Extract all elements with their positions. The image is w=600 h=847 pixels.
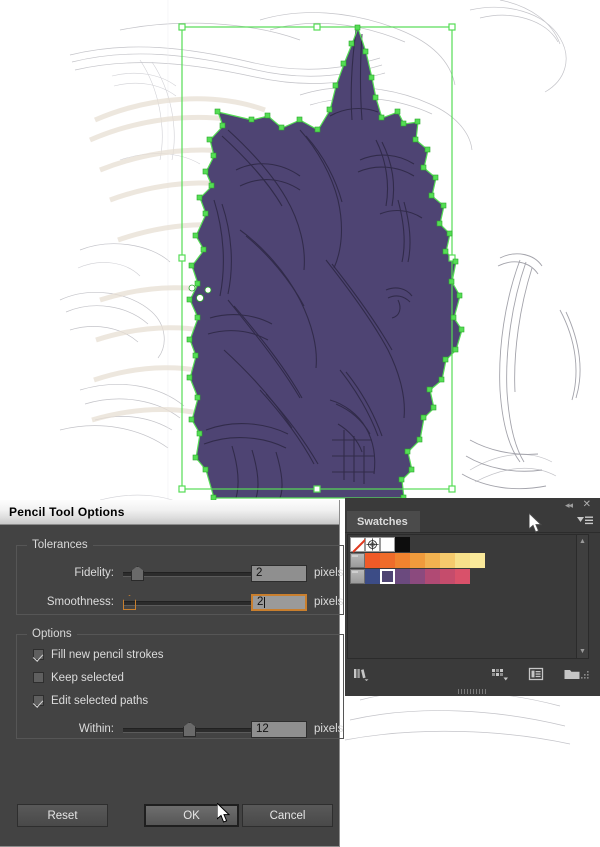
swatch-registration[interactable]	[365, 537, 380, 552]
tolerances-group: Tolerances Fidelity: 2 pixels Smoothness…	[16, 539, 345, 615]
swatch-grid[interactable]	[347, 534, 582, 659]
swatch-none[interactable]	[350, 537, 365, 552]
swatch-orange-4[interactable]	[410, 553, 425, 568]
within-input[interactable]: 12	[251, 720, 307, 738]
options-legend: Options	[27, 628, 77, 640]
fidelity-row: Fidelity: 2 pixels	[17, 562, 343, 584]
fidelity-input[interactable]: 2	[251, 564, 307, 582]
swatch-row	[350, 553, 579, 568]
reset-button-label: Reset	[47, 809, 78, 822]
swatch-rose-1[interactable]	[425, 569, 440, 584]
ok-button-label: OK	[183, 809, 200, 822]
swatch-orange-8[interactable]	[470, 553, 485, 568]
swatch-black[interactable]	[395, 537, 410, 552]
panel-resize-grip[interactable]	[576, 667, 594, 683]
fidelity-slider-thumb[interactable]	[131, 566, 144, 581]
within-slider[interactable]	[123, 722, 251, 737]
swatches-panel[interactable]: ◂◂ ✕ Swatches ▲ ▼	[345, 498, 600, 696]
within-unit: pixels	[314, 723, 344, 735]
dialog-body: Tolerances Fidelity: 2 pixels Smoothness…	[0, 539, 345, 739]
checkbox-edit-selected-paths[interactable]: Edit selected paths	[17, 689, 343, 712]
within-value: 12	[256, 723, 269, 735]
smoothness-value: 2	[257, 596, 264, 608]
ok-button[interactable]: OK	[144, 804, 239, 827]
swatch-orange-3[interactable]	[395, 553, 410, 568]
tab-swatches-label: Swatches	[357, 515, 408, 528]
checkbox-keep-selected[interactable]: Keep selected	[17, 666, 343, 689]
dialog-title: Pencil Tool Options	[9, 505, 125, 519]
checkbox-label: Edit selected paths	[51, 694, 149, 707]
color-group-folder-orange[interactable]	[350, 553, 365, 568]
swatch-orange-5[interactable]	[425, 553, 440, 568]
swatch-white[interactable]	[380, 537, 395, 552]
smoothness-label: Smoothness:	[46, 596, 114, 608]
swatch-orange-1[interactable]	[365, 553, 380, 568]
pencil-tool-options-dialog[interactable]: Pencil Tool Options Tolerances Fidelity:…	[0, 500, 345, 847]
smoothness-slider-track	[123, 601, 251, 606]
tolerances-legend: Tolerances	[27, 539, 93, 551]
fidelity-value: 2	[256, 567, 263, 579]
text-caret	[264, 596, 266, 608]
checkbox-fill-new-pencil-strokes[interactable]: Fill new pencil strokes	[17, 643, 343, 666]
fidelity-unit: pixels	[314, 567, 344, 579]
swatch-red-1[interactable]	[455, 569, 470, 584]
swatch-orange-7[interactable]	[455, 553, 470, 568]
cancel-button-label: Cancel	[269, 809, 306, 822]
panel-tab-row: Swatches	[345, 511, 600, 533]
smoothness-unit: pixels	[314, 596, 344, 608]
show-swatch-kinds-icon[interactable]	[491, 666, 509, 682]
panel-topbar[interactable]: ◂◂ ✕	[345, 498, 600, 511]
checkbox-icon[interactable]	[33, 672, 44, 683]
swatch-purple-2[interactable]	[395, 569, 410, 584]
checkbox-icon[interactable]	[33, 649, 44, 660]
swatch-row	[350, 569, 579, 584]
fidelity-label: Fidelity:	[74, 567, 114, 579]
dialog-button-row: Reset OK Cancel	[0, 804, 339, 828]
options-group: Options Fill new pencil strokes Keep sel…	[16, 628, 345, 740]
color-group-folder-purple[interactable]	[350, 569, 365, 584]
scroll-up-icon[interactable]: ▲	[577, 536, 588, 547]
within-row: Within: 12 pixels	[17, 718, 343, 740]
swatch-row	[350, 537, 579, 552]
panel-menu-icon[interactable]	[577, 516, 593, 527]
within-label: Within:	[78, 723, 114, 735]
cancel-button[interactable]: Cancel	[242, 804, 333, 827]
smoothness-row: Smoothness: 2 pixels	[17, 591, 343, 613]
panel-bottom-toolbar	[345, 661, 600, 686]
checkbox-label: Fill new pencil strokes	[51, 648, 164, 661]
checkbox-icon[interactable]	[33, 695, 44, 706]
swatch-purple-1-selected[interactable]	[380, 569, 395, 584]
swatch-magenta-1[interactable]	[410, 569, 425, 584]
within-slider-thumb[interactable]	[183, 722, 196, 737]
close-icon[interactable]: ✕	[583, 499, 591, 510]
swatch-blue-1[interactable]	[365, 569, 380, 584]
swatch-orange-2[interactable]	[380, 553, 395, 568]
fidelity-slider[interactable]	[123, 566, 251, 581]
swatch-rose-2[interactable]	[440, 569, 455, 584]
reset-button[interactable]: Reset	[17, 804, 108, 827]
smoothness-slider[interactable]	[123, 595, 251, 610]
scroll-down-icon[interactable]: ▼	[577, 646, 588, 657]
tab-swatches[interactable]: Swatches	[347, 511, 420, 532]
checkbox-label: Keep selected	[51, 671, 124, 684]
collapse-to-icons-icon[interactable]: ◂◂	[565, 500, 573, 511]
swatch-options-icon[interactable]	[527, 666, 545, 682]
dialog-titlebar[interactable]: Pencil Tool Options	[0, 500, 339, 525]
swatch-libraries-icon[interactable]	[353, 666, 371, 682]
swatch-orange-6[interactable]	[440, 553, 455, 568]
swatch-scrollbar[interactable]: ▲ ▼	[576, 534, 589, 659]
smoothness-input[interactable]: 2	[251, 593, 307, 611]
smoothness-slider-thumb[interactable]	[123, 595, 136, 610]
panel-drag-gripper[interactable]	[457, 689, 488, 694]
